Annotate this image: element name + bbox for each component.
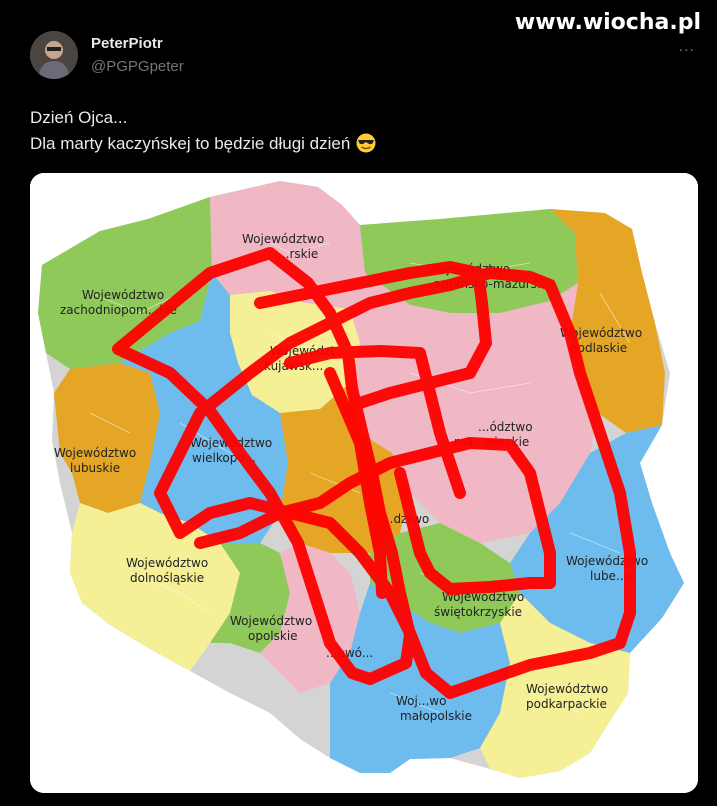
label-malopolskie-2: małopolskie	[400, 709, 472, 723]
svg-text:Województwodolnośląskie: Województwo dolnośląskie	[126, 556, 208, 585]
avatar-image	[30, 31, 78, 79]
label-dolnoslaskie-2: dolnośląskie	[130, 571, 204, 585]
label-podkarpackie-1: Województwo	[526, 682, 608, 696]
attached-map-image[interactable]: Województwo ...rskie Województwo zachodnio…	[30, 173, 698, 793]
label-opolskie-1: Województwo	[230, 614, 312, 628]
user-handle[interactable]: @PGPGpeter	[91, 58, 184, 75]
label-dolnoslaskie-1: Województwo	[126, 556, 208, 570]
label-zachodniopomorskie-1: Województwo	[82, 288, 164, 302]
tweet-line-2-wrap: Dla marty kaczyńskej to będzie długi dzi…	[30, 131, 377, 157]
watermark: www.wiocha.pl	[514, 10, 701, 35]
tweet-text: Dzień Ojca... Dla marty kaczyńskej to bę…	[30, 105, 377, 157]
poland-voivodeship-map: Województwo ...rskie Województwo zachodnio…	[30, 173, 698, 793]
tweet-line-1: Dzień Ojca...	[30, 108, 128, 127]
label-lubuskie-2: lubuskie	[70, 461, 120, 475]
label-mazowieckie-1: ...ództwo	[478, 420, 533, 434]
tweet-line-2: Dla marty kaczyńskej to będzie długi dzi…	[30, 134, 351, 153]
avatar[interactable]	[30, 31, 78, 79]
display-name[interactable]: PeterPiotr	[91, 35, 163, 52]
more-options-icon[interactable]: ...	[679, 38, 695, 56]
label-opolskie-2: opolskie	[248, 629, 298, 643]
smiling-face-with-sunglasses-icon	[355, 133, 377, 153]
label-malopolskie-1: Woj...wo	[396, 694, 446, 708]
label-lubuskie-1: Województwo	[54, 446, 136, 460]
svg-text:Województwopodkarpackie: Województwo podkarpackie	[526, 682, 608, 711]
label-pomorskie-1: Województwo	[242, 232, 324, 246]
label-swietokrzyskie-2: świętokrzyskie	[434, 605, 522, 619]
label-podkarpackie-2: podkarpackie	[526, 697, 607, 711]
